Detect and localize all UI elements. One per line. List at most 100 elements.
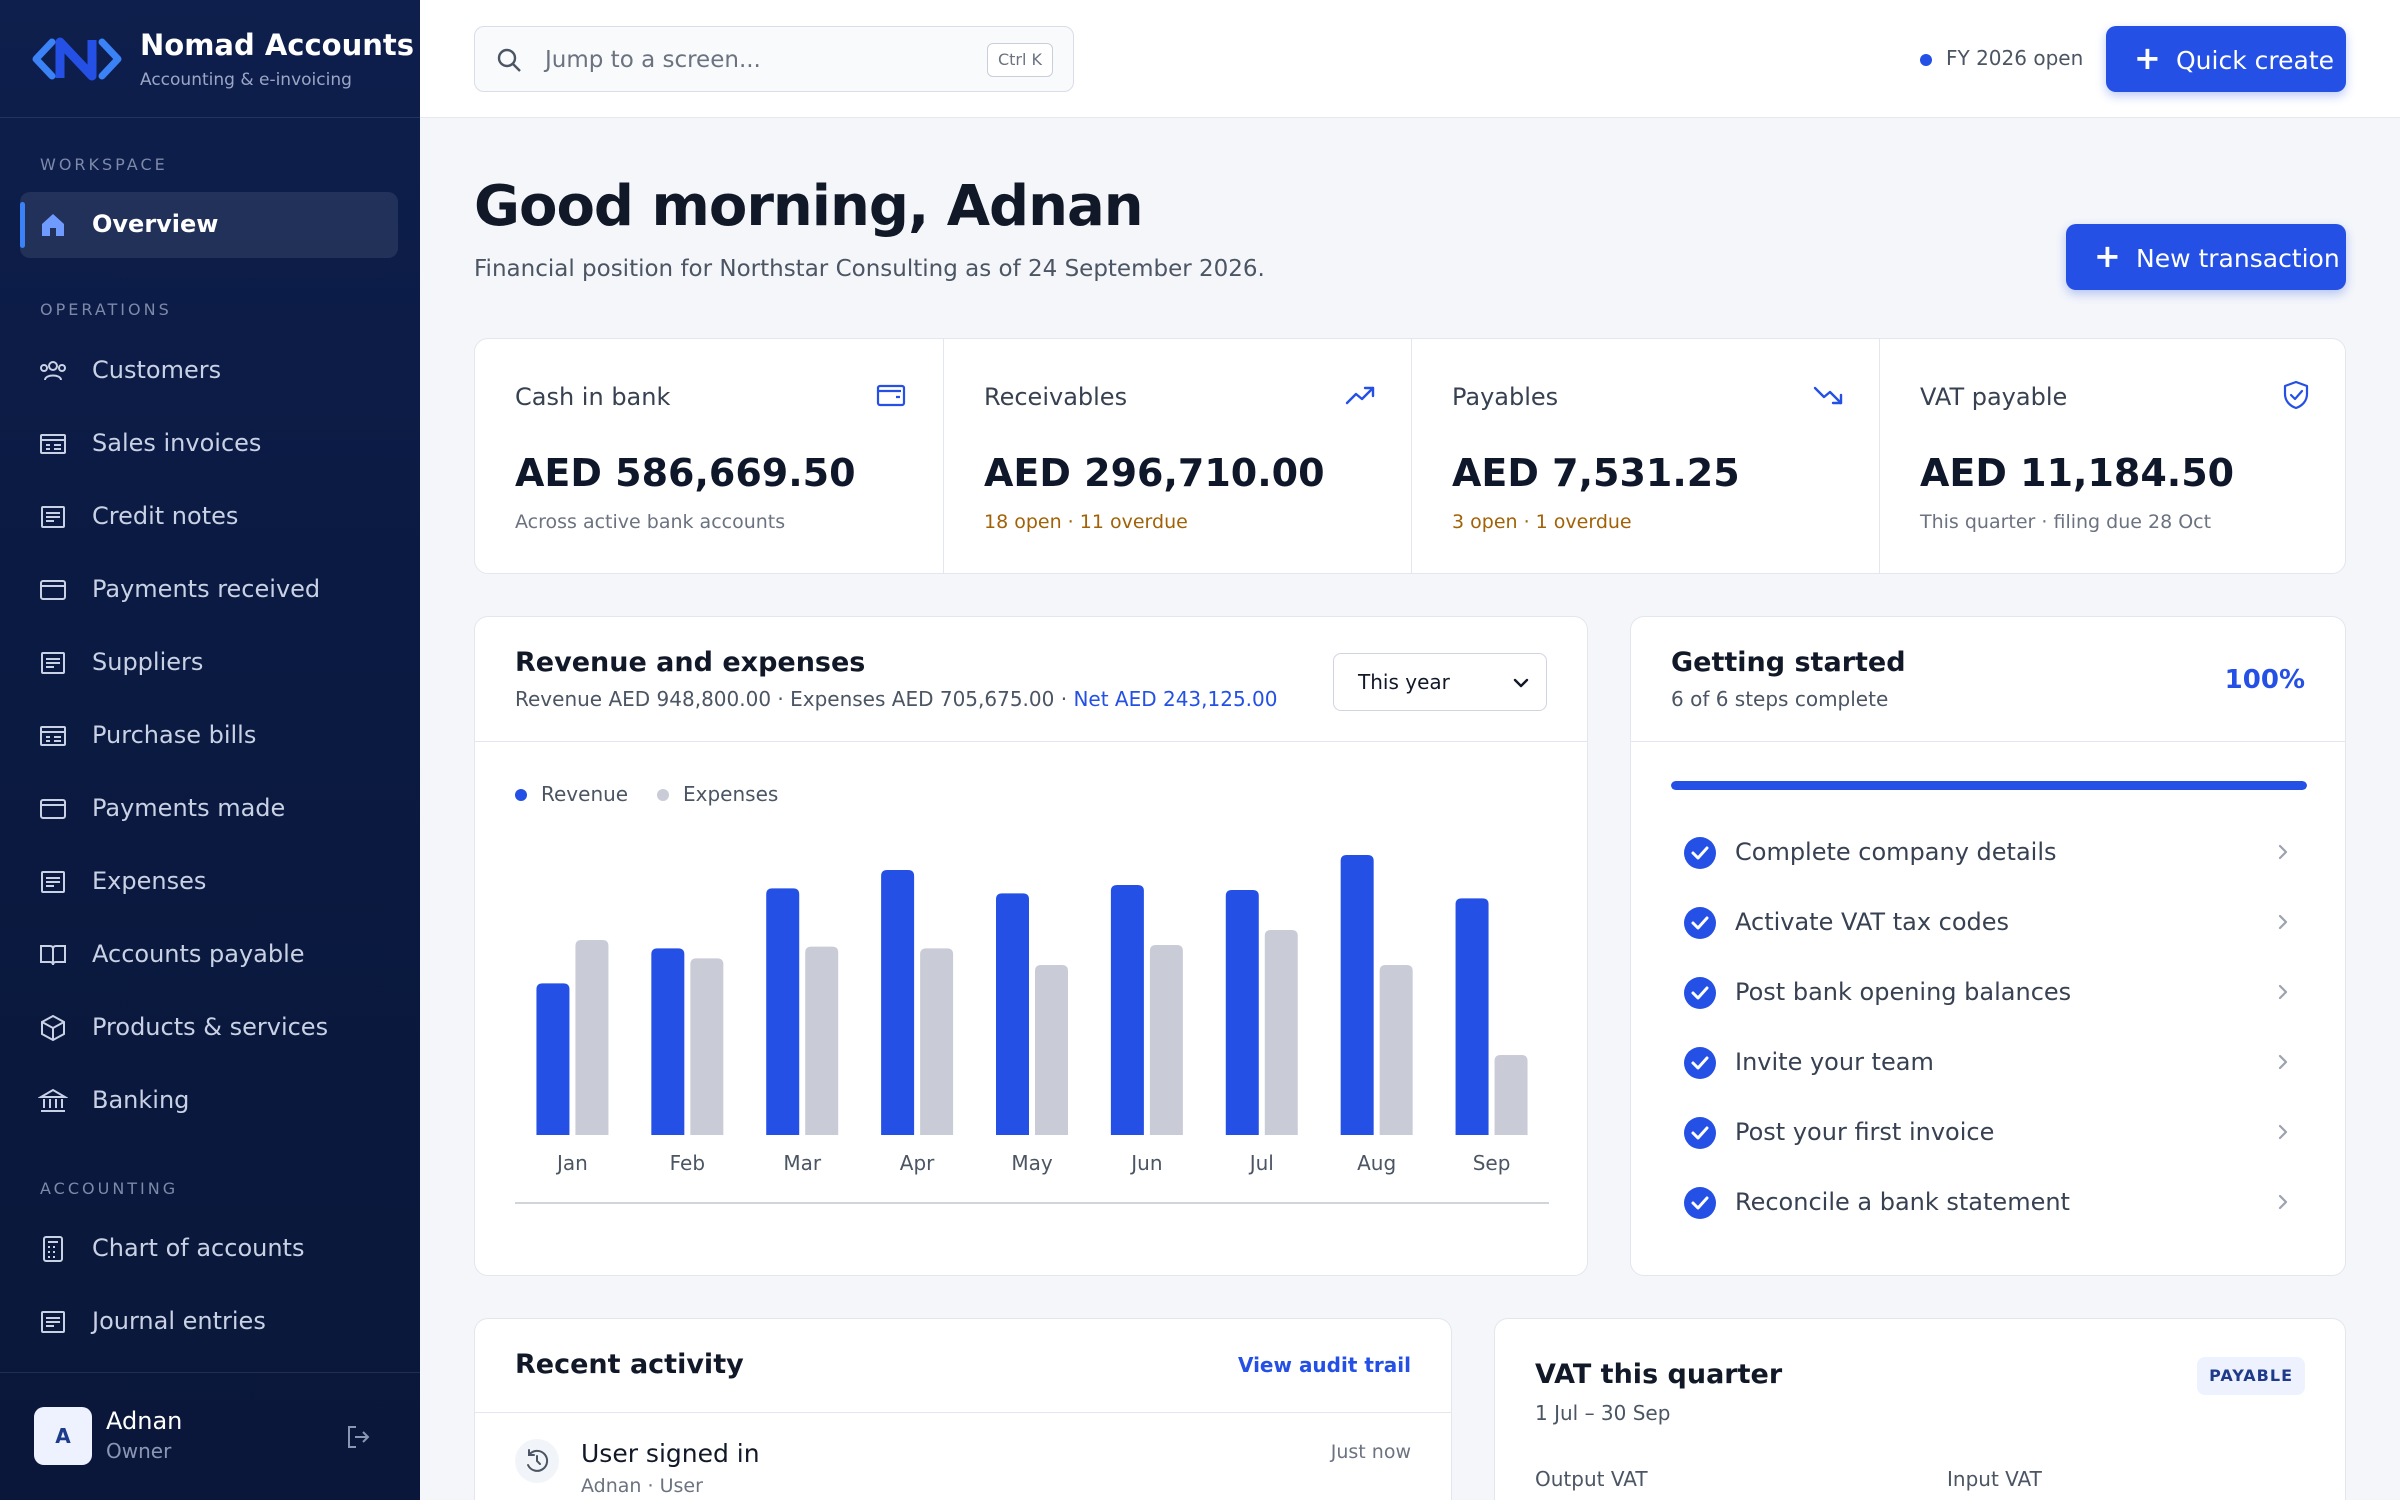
sidebar-item-chart-of-accounts[interactable]: Chart of accounts — [20, 1216, 398, 1282]
step-item[interactable]: Post bank opening balances — [1671, 965, 2307, 1021]
kpi-value: AED 7,531.25 — [1452, 451, 1740, 495]
page-title: Good morning, Adnan — [474, 174, 1144, 239]
user-name: Adnan — [106, 1407, 183, 1435]
bar-expenses-sep[interactable] — [1494, 1055, 1528, 1135]
step-item[interactable]: Complete company details — [1671, 825, 2307, 881]
bar-revenue-aug[interactable] — [1340, 855, 1374, 1135]
bar-expenses-aug[interactable] — [1379, 965, 1413, 1135]
kpi-note: 3 open · 1 overdue — [1452, 511, 1632, 533]
bar-revenue-mar[interactable] — [766, 888, 800, 1135]
bar-expenses-jan[interactable] — [575, 940, 609, 1135]
bar-revenue-apr[interactable] — [881, 870, 915, 1135]
bar-revenue-sep[interactable] — [1455, 898, 1489, 1135]
invoice-icon — [40, 726, 66, 746]
kpi-card-vat[interactable]: VAT payable AED 11,184.50 This quarter ·… — [1879, 339, 2347, 573]
invoice-icon — [40, 434, 66, 454]
new-transaction-button[interactable]: + New transaction — [2066, 224, 2346, 290]
sidebar-item-banking[interactable]: Banking — [20, 1068, 398, 1134]
getting-started-card: Getting started 6 of 6 steps complete 10… — [1630, 616, 2346, 1276]
home-icon — [42, 214, 64, 236]
progress-bar — [1671, 781, 2307, 790]
bar-revenue-jun[interactable] — [1110, 885, 1144, 1135]
sidebar-item-label: Products & services — [92, 1013, 329, 1041]
sidebar-item-overview[interactable]: Overview — [20, 192, 398, 258]
wallet-icon — [40, 799, 66, 819]
chevron-right-icon — [2278, 984, 2288, 1000]
section-label-accounting: ACCOUNTING — [40, 1179, 179, 1198]
kpi-card-cash[interactable]: Cash in bank AED 586,669.50 Across activ… — [475, 339, 943, 573]
activity-time: Just now — [1330, 1441, 1411, 1463]
sidebar-item-label: Suppliers — [92, 648, 204, 676]
box-icon — [41, 1014, 65, 1042]
bank-icon — [38, 1088, 68, 1112]
x-tick-label: Aug — [1357, 1151, 1396, 1175]
sidebar-item-purchase-bills[interactable]: Purchase bills — [20, 703, 398, 769]
search-input[interactable]: Jump to a screen... Ctrl K — [474, 26, 1074, 92]
sidebar-item-expenses[interactable]: Expenses — [20, 849, 398, 915]
sidebar-item-label: Accounts payable — [92, 940, 305, 968]
bar-expenses-feb[interactable] — [690, 958, 724, 1135]
bar-expenses-mar[interactable] — [805, 946, 839, 1135]
sidebar-item-label: Sales invoices — [92, 429, 262, 457]
card-divider — [1631, 741, 2345, 742]
quick-create-button[interactable]: + Quick create — [2106, 26, 2346, 92]
fiscal-status-dot — [1920, 54, 1932, 66]
bar-expenses-jun[interactable] — [1149, 945, 1183, 1135]
bar-revenue-feb[interactable] — [651, 948, 685, 1135]
sidebar-item-sales-invoices[interactable]: Sales invoices — [20, 411, 398, 477]
bar-revenue-jul[interactable] — [1225, 890, 1259, 1135]
sidebar-item-journal-entries[interactable]: Journal entries — [20, 1289, 398, 1355]
quick-create-label: Quick create — [2176, 46, 2334, 75]
sidebar-item-credit-notes[interactable]: Credit notes — [20, 484, 398, 550]
step-item[interactable]: Invite your team — [1671, 1035, 2307, 1091]
avatar[interactable]: A — [34, 1407, 92, 1465]
step-item[interactable]: Post your first invoice — [1671, 1105, 2307, 1161]
bar-revenue-may[interactable] — [996, 893, 1029, 1135]
book-icon — [40, 945, 66, 966]
calculator-icon — [43, 1236, 63, 1262]
kpi-card-payables[interactable]: Payables AED 7,531.25 3 open · 1 overdue — [1411, 339, 1879, 573]
kpi-card-receivables[interactable]: Receivables AED 296,710.00 18 open · 11 … — [943, 339, 1411, 573]
card-title: VAT this quarter — [1535, 1359, 1783, 1390]
sidebar-item-products-services[interactable]: Products & services — [20, 995, 398, 1061]
activity-subtitle: Adnan · User — [581, 1475, 703, 1497]
brand[interactable]: Nomad Accounts Accounting & e-invoicing — [0, 0, 420, 118]
step-label: Activate VAT tax codes — [1735, 908, 2010, 936]
step-label: Invite your team — [1735, 1048, 1934, 1076]
x-tick-label: May — [1011, 1151, 1053, 1175]
vat-quarter-card: VAT this quarter 1 Jul – 30 Sep PAYABLE … — [1494, 1318, 2346, 1500]
brand-name: Nomad Accounts — [140, 28, 414, 62]
check-circle-icon — [1684, 1117, 1716, 1149]
document-icon — [41, 871, 65, 893]
view-audit-trail-link[interactable]: View audit trail — [1238, 1353, 1411, 1377]
bar-expenses-may[interactable] — [1035, 965, 1068, 1135]
step-item[interactable]: Activate VAT tax codes — [1671, 895, 2307, 951]
kpi-note: This quarter · filing due 28 Oct — [1920, 511, 2212, 533]
step-label: Complete company details — [1735, 838, 2057, 866]
sidebar-item-payments-made[interactable]: Payments made — [20, 776, 398, 842]
search-icon — [497, 48, 521, 72]
revenue-expenses-card: Revenue and expenses Revenue AED 948,800… — [474, 616, 1588, 1276]
kpi-label: Cash in bank — [515, 383, 671, 411]
sidebar-item-suppliers[interactable]: Suppliers — [20, 630, 398, 696]
search-shortcut: Ctrl K — [986, 43, 1053, 77]
check-circle-icon — [1684, 977, 1716, 1009]
sidebar-item-payments-received[interactable]: Payments received — [20, 557, 398, 623]
plus-icon: + — [2134, 39, 2161, 77]
brand-logo-icon — [32, 37, 122, 81]
bar-expenses-apr[interactable] — [920, 948, 954, 1135]
getting-started-subtitle: 6 of 6 steps complete — [1671, 687, 1889, 711]
sidebar-item-customers[interactable]: Customers — [20, 338, 398, 404]
bar-expenses-jul[interactable] — [1264, 930, 1298, 1135]
check-circle-icon — [1684, 1187, 1716, 1219]
sidebar-item-label: Overview — [92, 210, 219, 238]
logout-icon[interactable] — [344, 1423, 372, 1451]
card-divider — [475, 1412, 1451, 1413]
history-icon — [527, 1449, 549, 1472]
bar-revenue-jan[interactable] — [536, 983, 570, 1135]
sidebar-item-accounts-payable[interactable]: Accounts payable — [20, 922, 398, 988]
sidebar-item-label: Payments received — [92, 575, 321, 603]
sidebar-item-label: Journal entries — [92, 1307, 266, 1335]
output-vat-label: Output VAT — [1535, 1467, 1648, 1491]
step-item[interactable]: Reconcile a bank statement — [1671, 1175, 2307, 1231]
